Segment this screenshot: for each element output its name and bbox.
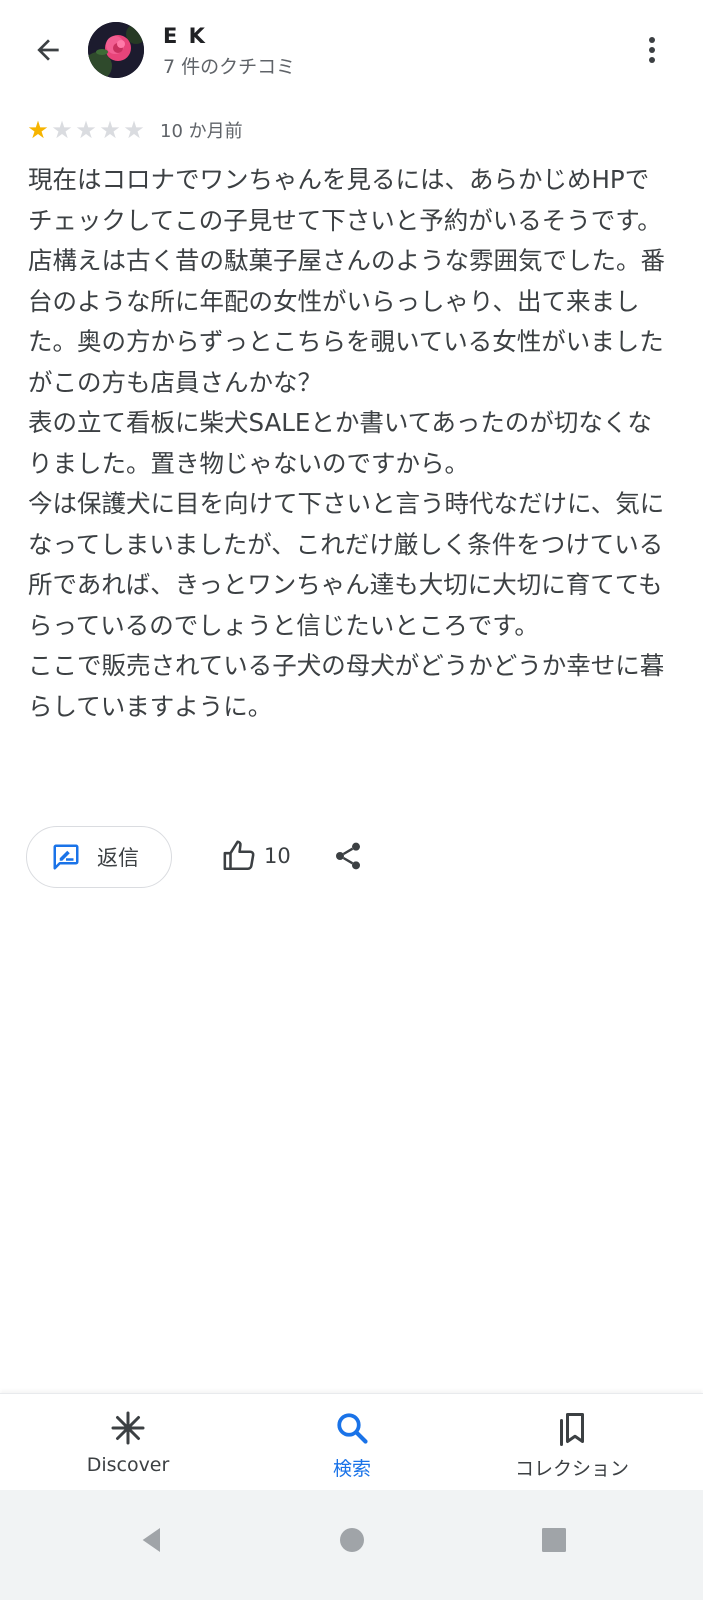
author-name[interactable]: E K xyxy=(163,24,207,48)
flower-avatar-image xyxy=(88,22,144,78)
nav-label-search: 検索 xyxy=(332,1458,371,1480)
nav-collections[interactable]: コレクション xyxy=(472,1394,672,1490)
system-navigation-bar xyxy=(0,1490,703,1600)
app-header: E K 7 件のクチコミ xyxy=(0,0,703,100)
system-recents-icon[interactable] xyxy=(538,1524,570,1556)
review-time: 10 か月前 xyxy=(160,121,243,142)
bookmarks-icon xyxy=(560,1413,584,1446)
bottom-navigation: Discover 検索 コレクション xyxy=(0,1393,703,1490)
star-icon: ★ xyxy=(75,116,97,144)
reply-comment-icon xyxy=(53,844,79,870)
star-icon: ★ xyxy=(27,116,49,144)
share-icon xyxy=(336,842,360,870)
review-actions: 返信 10 xyxy=(26,826,686,888)
like-count: 10 xyxy=(264,844,291,868)
reply-button[interactable]: 返信 xyxy=(26,826,172,888)
more-vert-icon xyxy=(649,37,655,63)
more-options-button[interactable] xyxy=(640,30,664,70)
star-rating: ★ ★ ★ ★ ★ xyxy=(26,118,146,142)
nav-discover[interactable]: Discover xyxy=(28,1394,228,1490)
nav-search[interactable]: 検索 xyxy=(252,1394,452,1490)
author-review-count: 7 件のクチコミ xyxy=(163,56,296,78)
arrow-back-icon xyxy=(37,39,59,61)
reply-label: 返信 xyxy=(97,846,139,870)
system-home-icon[interactable] xyxy=(336,1524,368,1556)
thumb-up-icon xyxy=(223,840,255,871)
share-button[interactable] xyxy=(332,840,364,872)
back-button[interactable] xyxy=(28,30,68,70)
review-text: 現在はコロナでワンちゃんを見るには、あらかじめHPでチェックしてこの子見せて下さ… xyxy=(28,165,665,721)
system-back-icon[interactable] xyxy=(136,1524,168,1556)
asterisk-icon xyxy=(111,1411,145,1445)
star-icon: ★ xyxy=(51,116,73,144)
star-icon: ★ xyxy=(99,116,121,144)
nav-label-collections: コレクション xyxy=(514,1458,629,1480)
nav-label-discover: Discover xyxy=(86,1454,170,1476)
avatar[interactable] xyxy=(88,22,144,78)
rating-row: ★ ★ ★ ★ ★ 10 か月前 xyxy=(26,116,243,144)
search-icon xyxy=(337,1413,368,1444)
star-icon: ★ xyxy=(123,116,145,144)
like-button[interactable]: 10 xyxy=(222,838,291,874)
